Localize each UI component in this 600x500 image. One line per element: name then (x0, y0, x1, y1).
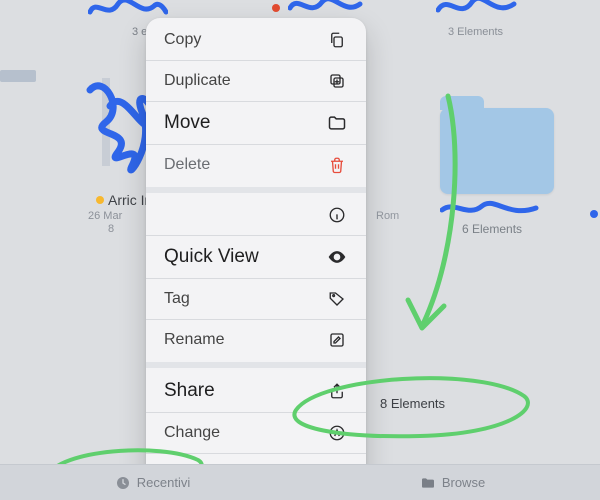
folder-solid-icon (420, 475, 436, 491)
menu-item-delete[interactable]: Delete (146, 145, 366, 185)
menu-item-change[interactable]: Change (146, 413, 366, 453)
clock-icon (115, 475, 131, 491)
edit-icon (326, 329, 348, 351)
elements-8-label: 8 Elements (380, 396, 445, 411)
tab-recents[interactable]: Recentivi (115, 475, 190, 491)
menu-item-copy[interactable]: Copy (146, 20, 366, 60)
copy-icon (326, 29, 348, 51)
tag-icon (326, 288, 348, 310)
trash-icon (326, 154, 348, 176)
scribble-top-3 (436, 0, 518, 22)
file-date: 26 Mar (88, 210, 122, 222)
menu-item-share[interactable]: Share (146, 370, 366, 412)
menu-item-duplicate[interactable]: Duplicate (146, 61, 366, 101)
duplicate-icon (326, 70, 348, 92)
eye-icon (326, 246, 348, 268)
tag-dot-red (272, 4, 280, 12)
scribble-folder-label (440, 198, 540, 220)
item-c-caption: 3 Elements (448, 22, 503, 40)
share-icon (326, 380, 348, 402)
tab-browse[interactable]: Browse (420, 475, 485, 491)
folder-icon (326, 112, 348, 134)
menu-item-rename[interactable]: Rename (146, 320, 366, 360)
info-icon (326, 204, 348, 226)
tab-recents-label: Recentivi (137, 475, 190, 490)
tag-dot-yellow (96, 196, 104, 204)
bottom-tab-bar: Recentivi Browse (0, 464, 600, 500)
menu-item-tag[interactable]: Tag (146, 279, 366, 319)
file-size: 8 (108, 223, 114, 235)
tab-browse-label: Browse (442, 475, 485, 490)
menu-item-info[interactable] (146, 195, 366, 235)
folder-item[interactable] (440, 108, 554, 194)
context-menu: Copy Duplicate Move Delete (146, 18, 366, 496)
menu-item-quick-view[interactable]: Quick View (146, 236, 366, 278)
rom-label: Rom (376, 210, 399, 222)
menu-item-move[interactable]: Move (146, 102, 366, 144)
tag-dot-blue-right (590, 210, 598, 218)
sidebar-collapsed-indicator (0, 70, 36, 82)
folder-caption: 6 Elements (462, 222, 522, 236)
circle-a-icon (326, 422, 348, 444)
